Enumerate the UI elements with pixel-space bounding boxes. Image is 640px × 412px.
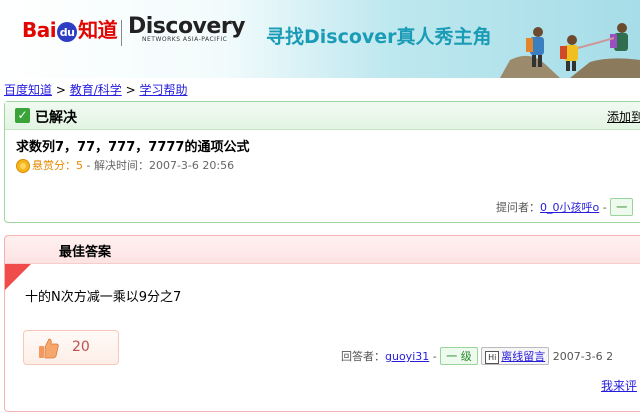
asker-level-badge[interactable]: 一 bbox=[610, 198, 634, 216]
breadcrumb-separator: > bbox=[121, 83, 140, 97]
reward-value: 5 bbox=[76, 159, 83, 172]
like-count: 20 bbox=[72, 339, 90, 355]
discovery-logo[interactable]: Discovery NETWORKS ASIA-PACIFIC bbox=[128, 14, 246, 43]
resolved-check-icon: ✓ bbox=[15, 108, 30, 123]
best-answer-header: 最佳答案 bbox=[5, 236, 640, 264]
question-title: 求数列7，77，777，7777的通项公式 bbox=[16, 140, 250, 155]
add-to-link[interactable]: 添加到 bbox=[607, 108, 640, 125]
question-status: 已解决 bbox=[35, 110, 77, 126]
breadcrumb-separator: > bbox=[52, 83, 70, 97]
answerer-separator: - bbox=[429, 350, 441, 363]
answerer-label: 回答者： bbox=[341, 350, 385, 363]
asker-label: 提问者： bbox=[496, 201, 540, 214]
best-answer-title: 最佳答案 bbox=[59, 245, 112, 260]
hikers-illustration-icon bbox=[500, 23, 640, 78]
like-button[interactable]: 20 bbox=[23, 330, 119, 365]
best-answer-panel: 最佳答案 十的N次方减一乘以9分之7 20 回答者：guoyi31 - 一 级 … bbox=[4, 235, 640, 412]
breadcrumb-link-baidu-zhidao[interactable]: 百度知道 bbox=[4, 83, 52, 97]
question-panel-header: ✓ 已解决 添加到 bbox=[5, 102, 640, 130]
zhidao-logo-text: 知道 bbox=[78, 18, 118, 42]
answer-text: 十的N次方减一乘以9分之7 bbox=[25, 290, 182, 305]
reward-label: 悬赏分： bbox=[32, 159, 76, 172]
question-panel: ✓ 已解决 添加到 求数列7，77，777，7777的通项公式 悬赏分：5 - … bbox=[4, 101, 640, 223]
asker-separator: - bbox=[599, 201, 611, 214]
question-meta: 悬赏分：5 - 解决时间：2007-3-6 20:56 bbox=[16, 157, 234, 173]
baidu-zhidao-logo[interactable]: Bai du 知道 bbox=[22, 14, 118, 43]
offline-message-button[interactable]: Hi 离线留言 bbox=[481, 347, 550, 365]
breadcrumb-link-education[interactable]: 教育/科学 bbox=[70, 83, 122, 97]
answerer-info: 回答者：guoyi31 - 一 级 Hi 离线留言 2007-3-6 2 bbox=[341, 347, 613, 365]
asker-info: 提问者：0_0小孩呼o - 一 bbox=[496, 198, 634, 216]
banner: Bai du 知道 Discovery NETWORKS ASIA-PACIFIC … bbox=[0, 0, 640, 78]
answerer-name-link[interactable]: guoyi31 bbox=[385, 350, 429, 363]
message-icon: Hi bbox=[485, 350, 500, 364]
resolved-time: - 解决时间：2007-3-6 20:56 bbox=[83, 159, 235, 172]
banner-slogan[interactable]: 寻找Discover真人秀主角 bbox=[266, 22, 492, 49]
breadcrumb-link-study-help[interactable]: 学习帮助 bbox=[139, 83, 187, 97]
rate-answer-link[interactable]: 我来评 bbox=[601, 377, 637, 394]
asker-name-link[interactable]: 0_0小孩呼o bbox=[540, 201, 599, 214]
logo-divider bbox=[121, 20, 122, 46]
thumbs-up-icon bbox=[39, 338, 59, 359]
baidu-logo-text: Bai bbox=[22, 18, 57, 42]
offline-message-label: 离线留言 bbox=[501, 350, 546, 363]
coin-icon bbox=[16, 159, 30, 173]
answerer-level-badge[interactable]: 一 级 bbox=[440, 347, 478, 365]
answer-time: 2007-3-6 2 bbox=[552, 350, 614, 363]
baidu-paw-icon: du bbox=[57, 21, 78, 42]
breadcrumb: 百度知道 > 教育/科学 > 学习帮助 bbox=[4, 81, 187, 98]
